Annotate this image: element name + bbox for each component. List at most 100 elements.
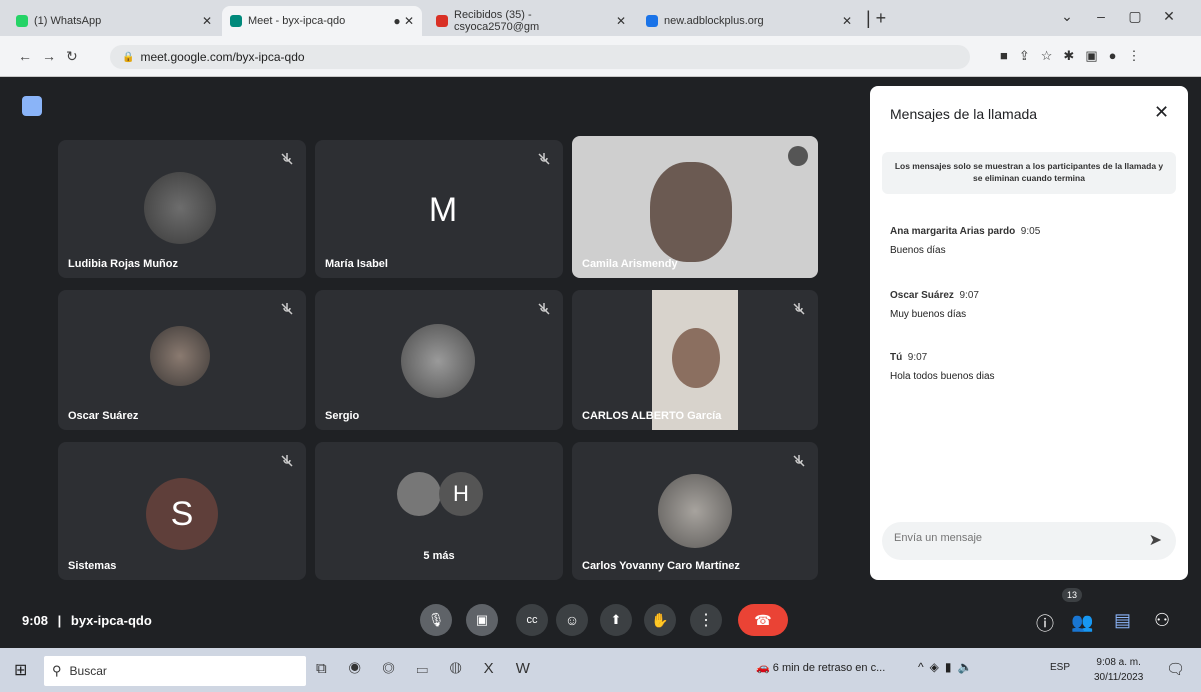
participant-tile[interactable]: Sergio [315,290,563,430]
url-field[interactable]: 🔒 meet.google.com/byx-ipca-qdo [110,45,970,69]
reload-icon[interactable]: ↻ [66,48,88,64]
battery-icon[interactable]: ▮ [945,660,958,674]
participant-tile[interactable]: M María Isabel [315,140,563,278]
word-icon[interactable]: W [516,660,552,677]
star-icon[interactable]: ☆ [1041,48,1064,63]
participant-name: Sergio [325,410,360,422]
participant-tile[interactable]: Camila Arismendy [572,136,818,278]
maximize-icon[interactable]: ▢ [1118,8,1152,25]
participant-name: Ludibia Rojas Muñoz [68,258,178,270]
message-input[interactable] [892,531,1136,545]
tab-title: Recibidos (35) - csyoca2570@gm [454,9,540,33]
participant-tile[interactable]: Carlos Yovanny Caro Martínez [572,442,818,580]
participant-tile[interactable]: Ludibia Rojas Muñoz [58,140,306,278]
present-button[interactable]: ⬆ [600,604,632,636]
windows-start-icon[interactable]: ⊞ [14,660,27,680]
participant-tile[interactable]: S Sistemas [58,442,306,580]
send-icon[interactable]: ➤ [1149,530,1162,550]
close-tab-icon[interactable]: ● ✕ [393,14,414,28]
end-call-button[interactable]: ☎ [738,604,788,636]
emoji-icon: ☺ [564,612,580,628]
chrome-icon[interactable]: ◎ [383,660,417,677]
window-controls: ⌄ – ▢ ✕ [1050,8,1186,26]
tab-gmail[interactable]: Recibidos (35) - csyoca2570@gm ✕ [428,6,634,36]
participant-tile[interactable]: CARLOS ALBERTO García [572,290,818,430]
volume-icon[interactable]: 🔈 [957,660,978,674]
taskbar-notification[interactable]: 🚗 6 min de retraso en c... [756,661,885,674]
share-icon[interactable]: ⇪ [1019,48,1041,63]
mic-off-icon [538,303,550,315]
people-count-badge: 13 [1062,588,1083,602]
tab-list-icon[interactable]: ⌄ [1050,8,1084,25]
reactions-button[interactable]: ☺ [556,604,588,636]
video-feed [652,290,738,430]
meeting-details-icon[interactable]: ⓘ [1036,610,1054,636]
chat-title: Mensajes de la llamada [890,106,1038,122]
edge-icon[interactable]: ◉ [349,660,383,677]
extensions-icon[interactable]: ✱ [1063,48,1085,63]
close-tab-icon[interactable]: ✕ [202,14,212,28]
mic-toggle-button[interactable]: 🎙 [420,604,452,636]
task-view-icon[interactable]: ⧉ [316,660,349,677]
show-hidden-icons-icon[interactable]: ^ [918,660,930,674]
gmail-icon [436,15,448,27]
file-explorer-icon[interactable]: ▭ [416,660,449,677]
mic-off-icon [538,153,550,165]
chat-message: Ana margarita Arias pardo 9:05 Buenos dí… [890,226,1040,256]
separator: | [57,613,62,628]
minimize-icon[interactable]: – [1084,8,1118,24]
avatar: M [428,190,458,229]
chat-input[interactable]: ➤ [882,522,1176,560]
forward-icon[interactable]: → [42,48,66,64]
tab-meet[interactable]: Meet - byx-ipca-qdo ● ✕ [222,6,422,36]
excel-icon[interactable]: X [484,660,516,677]
chat-message: Tú 9:07 Hola todos buenos dias [890,352,995,382]
close-tab-icon[interactable]: ✕ [616,14,626,28]
nav-buttons: ←→↻ [18,48,88,65]
present-screen-icon: ⬆ [610,612,622,627]
close-window-icon[interactable]: ✕ [1152,8,1186,25]
notification-center-icon[interactable]: 🗨 [1166,660,1185,678]
app-icon[interactable]: ◍ [450,660,484,677]
sidepanel-icon[interactable]: ▣ [1085,48,1108,63]
network-icon[interactable]: ◈ [930,660,945,674]
captions-button[interactable]: cc [516,604,548,636]
activities-icon[interactable]: ⚇ [1154,610,1170,631]
new-tab-button[interactable]: | + [866,8,886,29]
taskbar-search[interactable]: ⚲ Buscar [44,656,306,686]
avatar [401,324,475,398]
tab-whatsapp[interactable]: (1) WhatsApp ✕ [8,6,220,36]
hang-up-icon: ☎ [754,611,772,628]
search-icon: ⚲ [52,663,62,678]
chat-notice: Los mensajes solo se muestran a los part… [882,152,1176,194]
chat-icon[interactable]: ▤ [1114,610,1131,631]
camera-off-indicator-icon [22,96,42,116]
back-icon[interactable]: ← [18,48,42,64]
avatar: S [146,478,218,550]
camera-toggle-button[interactable]: ▣ [466,604,498,636]
avatar: H [439,472,483,516]
message-text: Hola todos buenos dias [890,371,995,382]
captions-icon: cc [526,614,538,626]
participant-tile[interactable]: H 5 más [315,442,563,580]
participant-tile[interactable]: Oscar Suárez [58,290,306,430]
face [672,328,720,388]
message-time: 9:07 [959,290,979,301]
taskbar-clock[interactable]: 9:08 a. m. 30/11/2023 [1094,655,1143,685]
taskbar-apps: ⧉◉◎▭◍XW [316,660,552,677]
more-options-button[interactable]: ⋮ [690,604,722,636]
meet-icon [230,15,242,27]
language-indicator[interactable]: ESP [1050,662,1070,673]
close-icon[interactable]: ✕ [1154,102,1169,123]
camera-off-icon: ▣ [475,612,489,627]
message-sender: Tú [890,352,903,363]
people-icon[interactable]: 👥 [1071,612,1093,633]
profile-icon[interactable]: ● [1109,48,1128,63]
menu-icon[interactable]: ⋮ [1127,48,1151,63]
mic-off-icon: 🎙 [427,612,445,627]
camera-indicator-icon[interactable]: ■ [1000,48,1019,63]
tab-title: new.adblockplus.org [664,15,764,27]
close-tab-icon[interactable]: ✕ [842,14,852,28]
tab-adblock[interactable]: new.adblockplus.org ✕ [638,6,860,36]
raise-hand-button[interactable]: ✋ [644,604,676,636]
